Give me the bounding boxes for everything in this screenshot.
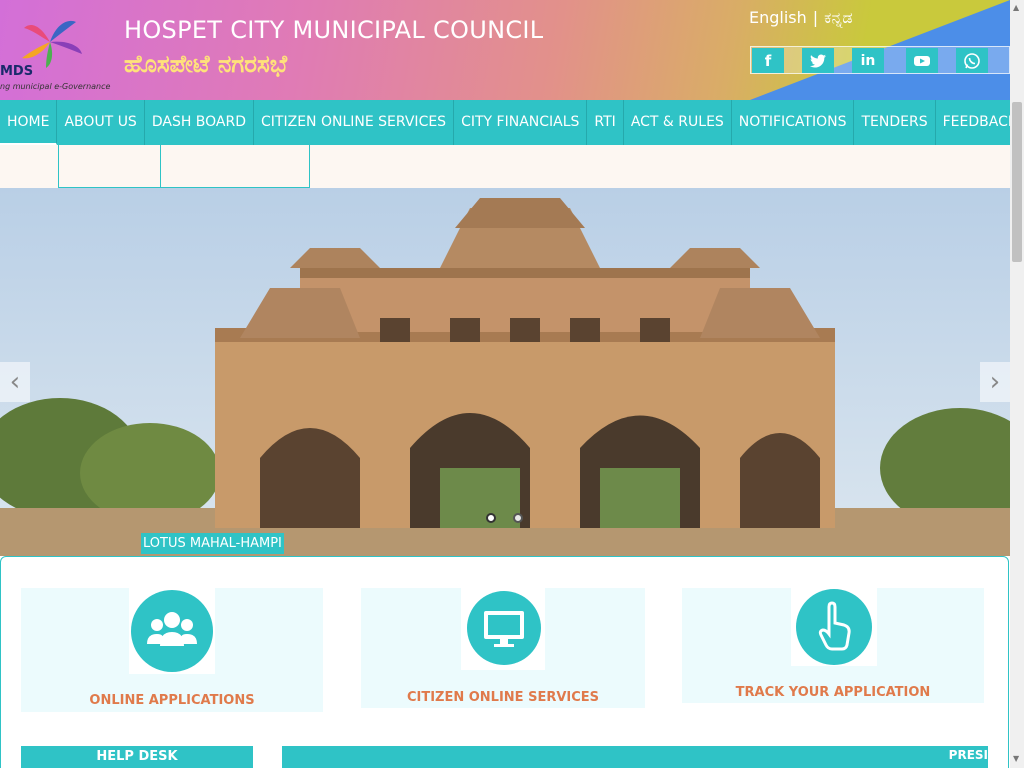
nav-about-us[interactable]: ABOUT US [57,100,145,145]
twitter-icon[interactable] [802,48,834,73]
monitor-icon [467,591,541,665]
slider-dot-active[interactable] [486,513,496,523]
subnav-item[interactable] [58,145,161,188]
nav-rti[interactable]: RTI [587,100,624,145]
logo-text: MDS [0,64,34,79]
nav-city-financials[interactable]: CITY FINANCIALS [454,100,588,145]
card-label: CITIZEN ONLINE SERVICES [406,690,600,705]
language-switcher: English | ಕನ್ನಡ [749,8,853,28]
nav-tenders[interactable]: TENDERS [854,100,936,145]
card-icon-box [129,588,215,674]
youtube-logo-icon [914,55,930,66]
lotus-mahal-image [0,188,1010,556]
nav-notifications[interactable]: NOTIFICATIONS [732,100,855,145]
youtube-icon[interactable] [906,48,938,73]
page-scrollbar[interactable]: ▲ ▼ [1010,0,1024,768]
site-header: MDS ng municipal e-Governance HOSPET CIT… [0,0,1010,100]
nav-act-rules[interactable]: ACT & RULES [624,100,732,145]
quick-services-panel: ONLINE APPLICATIONS CITIZEN ONLINE SERVI… [0,556,1009,768]
whatsapp-logo-icon [964,52,980,69]
sub-nav-row [0,145,1010,188]
site-subtitle-kannada: ಹೊಸಪೇಟೆ ನಗರಸಭೆ [124,50,288,78]
logo-tagline: ng municipal e-Governance [0,82,111,91]
president-title: PRESI [948,748,988,762]
nav-citizen-online-services[interactable]: CITIZEN ONLINE SERVICES [254,100,455,145]
social-links-bar: f in [750,46,1010,74]
site-title: HOSPET CITY MUNICIPAL COUNCIL [124,16,544,44]
scroll-up-icon[interactable]: ▲ [1013,3,1019,12]
online-applications-card[interactable]: ONLINE APPLICATIONS [21,588,323,712]
card-label: ONLINE APPLICATIONS [89,693,255,708]
card-icon-box [461,588,545,670]
subnav-item[interactable] [161,145,310,188]
monitor-glyph [484,611,524,647]
scroll-thumb[interactable] [1012,102,1022,262]
main-nav: HOME ABOUT US DASH BOARD CITIZEN ONLINE … [0,100,1017,145]
hero-slider: ‹ › LOTUS MAHAL-HAMPI [0,188,1010,556]
nav-home[interactable]: HOME [0,100,58,145]
citizen-online-services-card[interactable]: CITIZEN ONLINE SERVICES [361,588,645,708]
users-group-icon [131,590,213,672]
pointer-hand-glyph [818,601,851,651]
lang-english-link[interactable]: English [749,8,807,27]
facebook-icon[interactable]: f [752,48,784,73]
card-icon-box [791,588,877,666]
pointer-hand-icon [796,589,872,665]
slider-prev-icon[interactable]: ‹ [0,362,30,402]
slider-caption: LOTUS MAHAL-HAMPI [141,533,284,554]
slider-next-icon[interactable]: › [980,362,1010,402]
logo[interactable]: MDS ng municipal e-Governance [0,12,120,91]
lang-separator: | [812,8,819,27]
card-label: TRACK YOUR APPLICATION [735,685,931,700]
president-section-header: PRESI [282,746,988,768]
slider-dot[interactable] [513,513,523,523]
scroll-down-icon[interactable]: ▼ [1013,754,1019,763]
whatsapp-icon[interactable] [956,48,988,73]
track-your-application-card[interactable]: TRACK YOUR APPLICATION [682,588,984,703]
linkedin-icon[interactable]: in [852,48,884,73]
nav-dash-board[interactable]: DASH BOARD [145,100,255,145]
twitter-bird-icon [810,54,826,67]
logo-emblem-icon [22,20,82,68]
help-desk-header[interactable]: HELP DESK [21,746,253,768]
lang-kannada-link[interactable]: ಕನ್ನಡ [824,8,852,27]
users-group-glyph [147,612,197,646]
